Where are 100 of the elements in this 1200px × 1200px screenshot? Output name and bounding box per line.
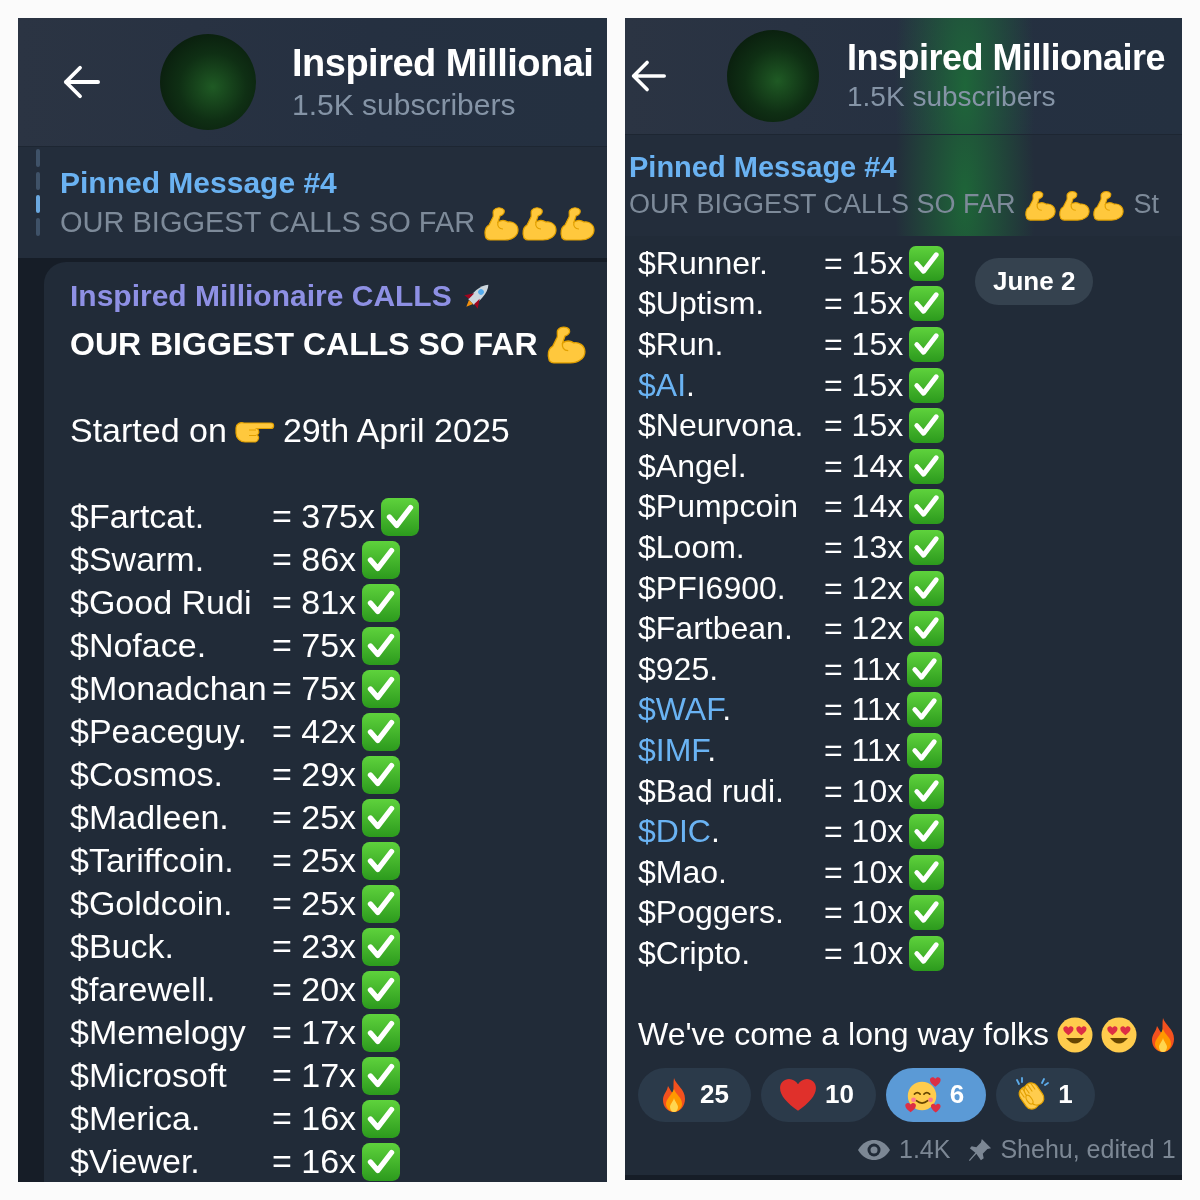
pinned-label: Pinned Message #4 [60, 164, 337, 201]
channel-title: Inspired Millionaire [847, 37, 1166, 79]
cashtag-link[interactable]: $DIC [638, 813, 711, 850]
gain-multiple: = 13x [824, 528, 904, 566]
token-name: $PFI6900. [638, 569, 786, 607]
token-name: $Tariffcoin. [70, 841, 234, 880]
reaction-button[interactable]: 25 [638, 1067, 751, 1122]
heart-eyes-face-icon [1101, 1016, 1138, 1053]
gain-multiple: = 14x [824, 488, 904, 526]
token-name: $Neurvona. [638, 407, 804, 445]
gain-multiple: = 75x [272, 669, 357, 708]
check-mark-icon [362, 841, 401, 880]
gain-multiple: = 11x [824, 691, 901, 729]
heart-eyes-face-icon [1057, 1016, 1094, 1053]
check-mark-icon [909, 286, 945, 322]
check-mark-icon [362, 755, 401, 794]
gain-multiple: = 12x [824, 569, 904, 607]
flexed-arm-icon [521, 204, 558, 241]
gain-multiple: = 14x [824, 447, 904, 485]
token-name: $Runner. [638, 244, 768, 282]
gain-multiple: = 11x [824, 650, 901, 688]
token-name: $Merica. [70, 1099, 201, 1138]
gain-multiple: = 10x [824, 894, 904, 932]
token-name: $Uptism. [638, 285, 765, 323]
check-mark-icon [909, 367, 945, 403]
subscriber-count: 1.5K subscribers [847, 80, 1056, 114]
gain-multiple: = 10x [824, 853, 904, 891]
check-mark-icon [362, 1013, 401, 1052]
gain-multiple: = 17x [272, 1056, 357, 1095]
cashtag-link[interactable]: $WAF [638, 691, 723, 728]
flexed-arm-icon [1091, 188, 1124, 221]
back-button[interactable] [630, 59, 666, 93]
back-button[interactable] [62, 64, 100, 100]
token-name: $Loom. [638, 528, 745, 566]
closing-message: We've come a long way folks [638, 1016, 1050, 1054]
heart-icon [778, 1078, 817, 1112]
token-name: $Goldcoin. [70, 884, 233, 923]
cashtag-link[interactable]: $IMF [638, 731, 708, 768]
check-mark-icon [362, 540, 401, 579]
token-name: $Angel. [638, 447, 747, 485]
token-name: $Pumpcoin [638, 488, 799, 526]
gain-multiple: = 16x [272, 1099, 357, 1138]
check-mark-icon [362, 712, 401, 751]
token-name: $Run. [638, 326, 724, 363]
gain-multiple: = 10x [824, 934, 904, 972]
check-mark-icon [909, 245, 945, 281]
token-name: $Microsoft [70, 1056, 227, 1095]
gain-multiple: = 25x [272, 798, 357, 837]
gain-multiple: = 15x [824, 407, 904, 445]
token-name: $AI. [638, 366, 695, 404]
token-name: $Monadchan [70, 669, 267, 708]
gain-multiple: = 16x [272, 1142, 357, 1181]
gain-multiple: = 15x [824, 285, 904, 323]
pinned-preview-text: St [1133, 189, 1160, 220]
reaction-button[interactable]: 1 [996, 1067, 1095, 1122]
eye-icon [857, 1138, 891, 1161]
gain-multiple: = 25x [272, 841, 357, 880]
pinned-message-bar[interactable]: Pinned Message #4 OUR BIGGEST CALLS SO FAR St [625, 135, 1182, 236]
token-name: $IMF. [638, 731, 717, 769]
check-mark-icon [909, 327, 945, 362]
pinned-label: Pinned Message #4 [629, 149, 897, 185]
reaction-button[interactable]: 10 [760, 1067, 876, 1122]
flexed-arm-icon [483, 204, 520, 241]
gain-multiple: = 81x [272, 583, 357, 622]
cashtag-link[interactable]: $AI [638, 366, 687, 403]
token-name: $Buck. [70, 927, 174, 966]
gain-multiple: = 15x [824, 326, 904, 363]
check-mark-icon [909, 773, 945, 809]
token-name: $Swarm. [70, 540, 205, 579]
check-mark-icon [909, 489, 945, 525]
gain-multiple: = 11x [824, 731, 901, 769]
pinned-preview-text: OUR BIGGEST CALLS SO FAR [629, 189, 1016, 220]
gain-multiple: = 17x [272, 1013, 357, 1052]
check-mark-icon [906, 651, 942, 687]
check-mark-icon [362, 927, 401, 966]
flexed-arm-icon [1023, 188, 1056, 221]
smiling-face-hearts-icon [903, 1075, 942, 1114]
check-mark-icon [362, 798, 401, 837]
back-arrow-icon [630, 59, 666, 93]
pinned-message-bar[interactable]: Pinned Message #4 OUR BIGGEST CALLS SO FAR [18, 147, 607, 258]
sender-name: Inspired Millionaire CALLS [70, 279, 452, 313]
check-mark-icon [909, 814, 945, 850]
flexed-arm-icon [1057, 188, 1090, 221]
view-count: 1.4K [899, 1135, 951, 1165]
gain-multiple: = 375x [272, 497, 376, 536]
token-name: $Viewer. [70, 1142, 200, 1181]
gain-multiple: = 29x [272, 755, 357, 794]
gain-multiple: = 86x [272, 540, 357, 579]
token-name: $WAF. [638, 691, 732, 729]
token-name: $Poggers. [638, 894, 784, 932]
check-mark-icon [909, 935, 945, 971]
gain-multiple: = 20x [272, 970, 357, 1009]
check-mark-icon [909, 895, 945, 931]
gain-multiple: = 75x [272, 626, 357, 665]
flexed-arm-icon [559, 204, 596, 241]
token-name: $Cosmos. [70, 755, 224, 794]
token-name: $Cripto. [638, 934, 751, 972]
pinned-preview-text: OUR BIGGEST CALLS SO FAR [60, 206, 476, 239]
token-name: $DIC. [638, 813, 720, 851]
token-name: $farewell. [70, 970, 216, 1009]
